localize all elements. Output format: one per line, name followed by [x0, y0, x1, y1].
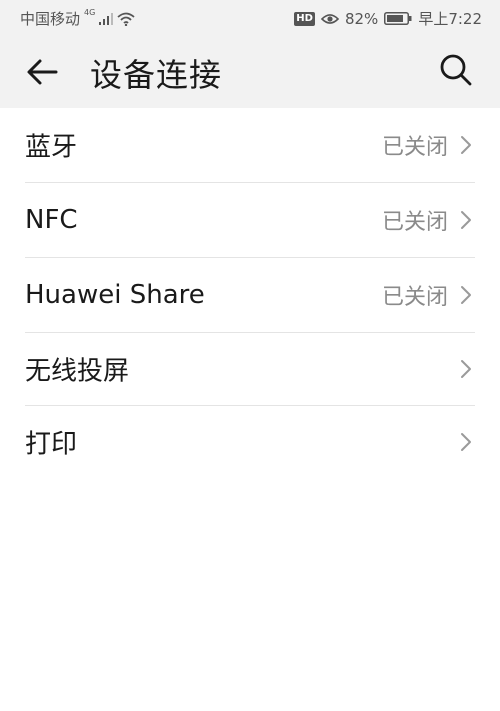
arrow-left-icon [27, 59, 58, 85]
list-item-nfc[interactable]: NFC 已关闭 [25, 183, 475, 258]
carrier-label: 中国移动 [20, 10, 81, 28]
status-right: HD 82% 早上7:22 [294, 8, 482, 29]
list-item-huawei-share[interactable]: Huawei Share 已关闭 [25, 258, 475, 333]
chevron-right-icon [461, 433, 471, 451]
nav-bar: 设备连接 [0, 34, 500, 108]
list-item-print[interactable]: 打印 [25, 406, 475, 478]
list-item-label: Huawei Share [25, 280, 205, 310]
status-left: 中国移动 4G [20, 8, 135, 29]
list-item-label: 打印 [25, 429, 78, 460]
list-item-wireless-projection[interactable]: 无线投屏 [25, 333, 475, 406]
battery-icon [384, 12, 412, 25]
wifi-icon [117, 12, 135, 26]
chevron-right-icon [461, 136, 471, 154]
list-item-label: NFC [25, 205, 78, 235]
list-item-value: 已关闭 [381, 210, 448, 235]
search-button[interactable] [438, 52, 474, 88]
clock: 早上7:22 [418, 10, 482, 28]
chevron-right-icon [461, 286, 471, 304]
page-title: 设备连接 [90, 56, 223, 94]
chevron-right-icon [461, 211, 471, 229]
back-button[interactable] [22, 52, 62, 92]
list-item-value: 已关闭 [381, 135, 448, 160]
search-icon [440, 54, 472, 86]
status-bar: 中国移动 4G HD 82% 早上7:22 [0, 0, 500, 34]
top-bar: 中国移动 4G HD 82% 早上7:22 设备连接 [0, 0, 500, 108]
list-item-bluetooth[interactable]: 蓝牙 已关闭 [25, 108, 475, 183]
list-item-label: 蓝牙 [25, 132, 78, 163]
signal-icon [99, 12, 114, 25]
list-item-value: 已关闭 [381, 285, 448, 310]
battery-percent: 82% [344, 9, 379, 28]
eye-icon [320, 13, 339, 25]
list-item-label: 无线投屏 [25, 356, 130, 387]
chevron-right-icon [461, 360, 471, 378]
settings-list: 蓝牙 已关闭 NFC 已关闭 Huawei Share 已关闭 无线投屏 打印 [0, 108, 500, 478]
network-type-label: 4G [84, 8, 96, 17]
hd-badge: HD [294, 11, 315, 26]
